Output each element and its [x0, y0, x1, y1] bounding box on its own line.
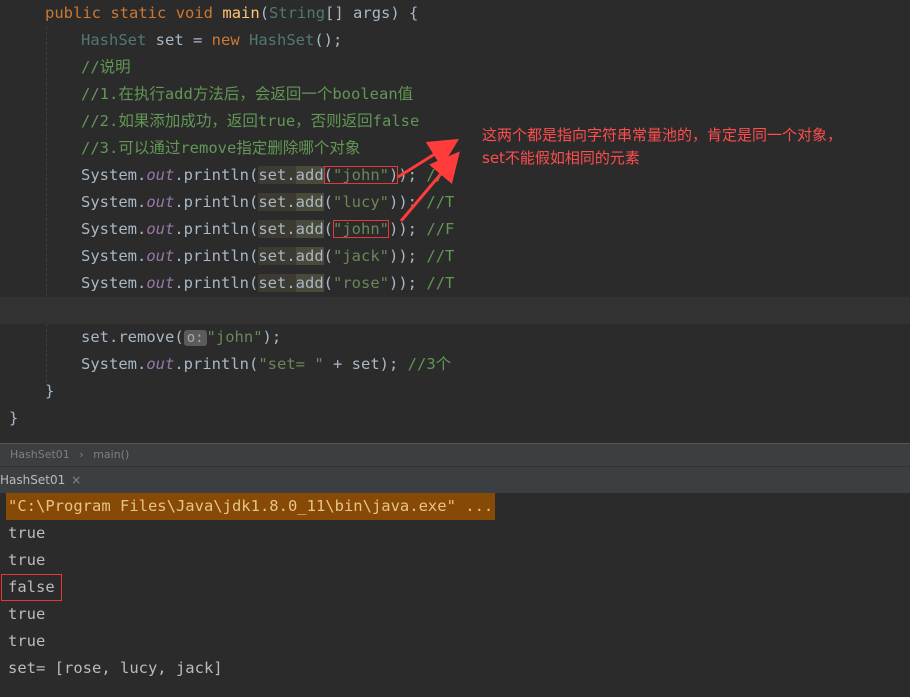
breadcrumb-separator: ›: [79, 448, 84, 461]
console-line: true: [8, 551, 46, 569]
annotation-line: 这两个都是指向字符串常量池的，肯定是同一个对象，: [482, 126, 843, 144]
annotation-arrows: [397, 138, 460, 222]
run-tab-label: HashSet01: [0, 473, 66, 487]
console-line-highlighted: false: [1, 574, 62, 601]
arrow-to-first-john: [397, 138, 460, 179]
run-tab[interactable]: HashSet01 ×: [0, 467, 85, 494]
breadcrumb-item-class[interactable]: HashSet01: [10, 448, 70, 461]
breadcrumb: HashSet01 › main(): [0, 444, 910, 466]
console-line: set= [rose, lucy, jack]: [8, 659, 223, 677]
annotation-note: 这两个都是指向字符串常量池的，肯定是同一个对象， set不能假如相同的元素: [482, 124, 842, 170]
code-editor[interactable]: public static void main(String[] args) {…: [0, 0, 910, 443]
run-tab-bar: HashSet01 ×: [0, 466, 910, 494]
console-line: true: [8, 605, 46, 623]
console-line: true: [8, 524, 46, 542]
close-icon[interactable]: ×: [71, 473, 81, 487]
arrow-to-second-john: [399, 151, 460, 222]
console-output[interactable]: "C:\Program Files\Java\jdk1.8.0_11\bin\j…: [0, 493, 910, 697]
console-line: true: [8, 632, 46, 650]
annotation-line: set不能假如相同的元素: [482, 149, 640, 167]
console-command-line: "C:\Program Files\Java\jdk1.8.0_11\bin\j…: [6, 493, 496, 520]
breadcrumb-item-method[interactable]: main(): [93, 448, 129, 461]
